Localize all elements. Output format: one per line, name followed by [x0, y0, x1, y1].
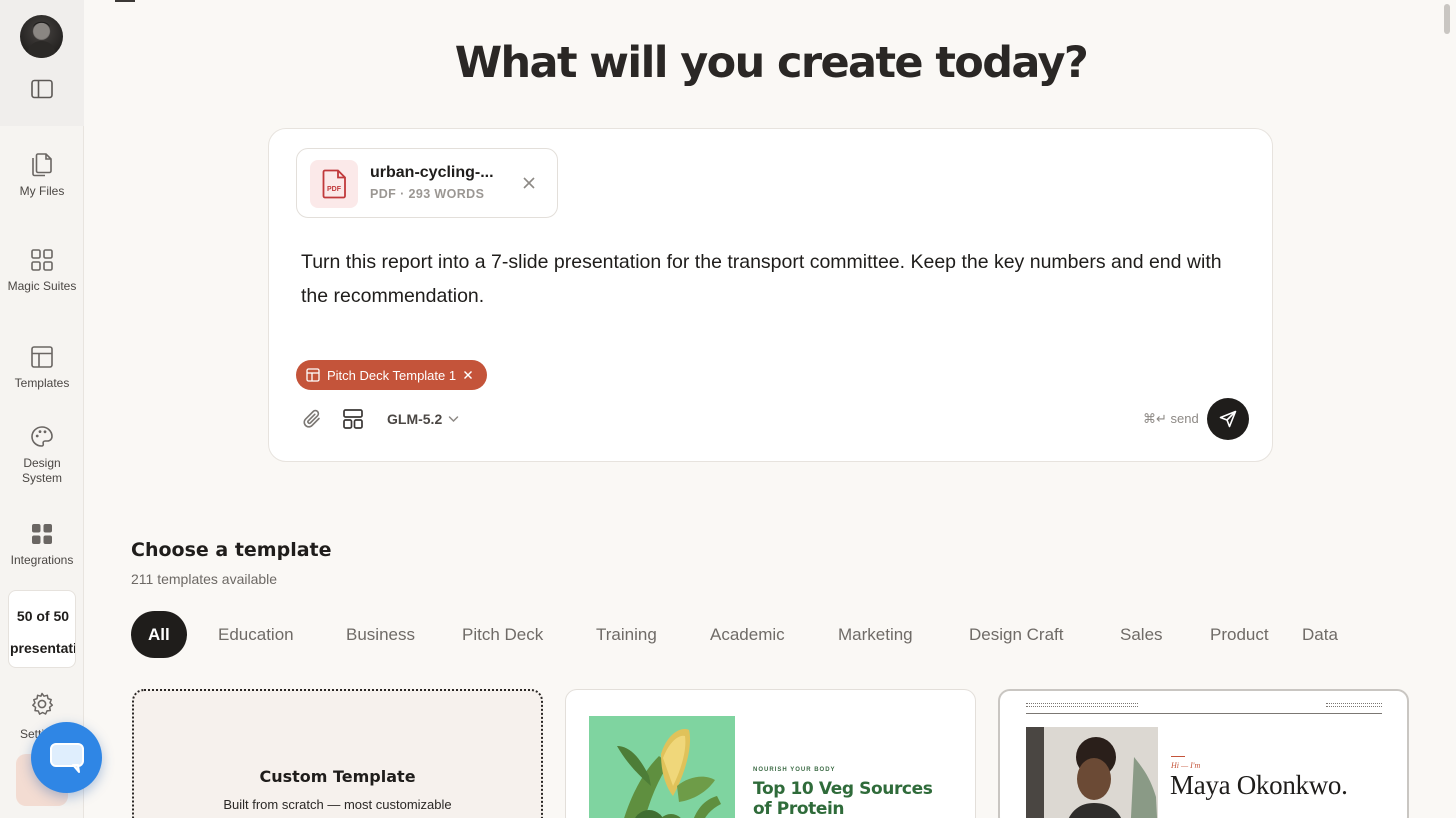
- sidebar-item-magic-suites[interactable]: Magic Suites: [0, 248, 84, 294]
- filter-tab-business[interactable]: Business: [346, 611, 415, 658]
- sidebar-item-label: Design System: [21, 456, 62, 485]
- sidebar-item-label: Integrations: [10, 553, 74, 567]
- sidebar-item-design-system[interactable]: Design System: [0, 425, 84, 486]
- attachment-meta: PDF · 293 WORDS: [370, 187, 485, 201]
- templates-section-title: Choose a template: [131, 539, 332, 561]
- template-card-title: Top 10 Veg Sources of Protein: [753, 779, 933, 818]
- chevron-down-icon: [448, 416, 459, 423]
- selected-template-chip[interactable]: Pitch Deck Template 1: [296, 360, 488, 390]
- usage-unit: presentatio: [10, 640, 75, 656]
- sidebar-item-label: Magic Suites: [7, 279, 77, 293]
- template-chip-label: Pitch Deck Template 1: [327, 367, 457, 383]
- template-accent-line: [1171, 756, 1185, 757]
- remove-attachment-icon[interactable]: [521, 175, 537, 191]
- template-card-kicker: NOURISH YOUR BODY: [753, 767, 836, 773]
- template-divider: [1026, 713, 1382, 714]
- filter-tab-training[interactable]: Training: [596, 611, 657, 658]
- prompt-input[interactable]: Turn this report into a 7-slide presenta…: [301, 245, 1231, 313]
- sidebar-item-label: My Files: [19, 184, 65, 198]
- portrait-image: [1026, 727, 1158, 818]
- menu-icon[interactable]: [115, 0, 135, 2]
- apps-icon: [32, 524, 52, 544]
- prompt-composer: PDF urban-cycling-... PDF · 293 WORDS Tu…: [268, 128, 1273, 462]
- attachment-name: urban-cycling-...: [370, 164, 494, 181]
- palette-icon: [31, 426, 53, 447]
- sidebar-item-templates[interactable]: Templates: [0, 345, 84, 391]
- paperclip-icon: [303, 409, 320, 428]
- model-selector[interactable]: GLM-5.2: [387, 408, 459, 430]
- filter-tab-education[interactable]: Education: [218, 611, 294, 658]
- send-icon: [1219, 410, 1237, 428]
- send-button[interactable]: [1207, 398, 1249, 440]
- sidebar-item-label: Templates: [14, 376, 70, 390]
- templates-count: 211 templates available: [131, 571, 278, 587]
- filter-tab-all[interactable]: All: [131, 611, 187, 658]
- template-card-custom[interactable]: Custom Template Built from scratch — mos…: [132, 689, 543, 818]
- grid-icon: [31, 249, 53, 271]
- sidebar-item-settings[interactable]: [0, 691, 84, 717]
- chat-support-button[interactable]: [31, 722, 102, 793]
- template-header-strip: [1026, 703, 1138, 707]
- send-shortcut-hint: ⌘↵ send: [1143, 411, 1199, 426]
- template-card-veg-protein[interactable]: NOURISH YOUR BODY Top 10 Veg Sources of …: [565, 689, 976, 818]
- gear-icon: [32, 692, 54, 715]
- attachment-card[interactable]: PDF urban-cycling-... PDF · 293 WORDS: [296, 148, 558, 218]
- sidebar-toggle-icon[interactable]: [31, 79, 53, 99]
- template-card-greeting: Hi — I'm: [1171, 761, 1201, 770]
- pdf-file-icon: PDF: [310, 160, 358, 208]
- filter-tab-academic[interactable]: Academic: [710, 611, 785, 658]
- sidebar-item-my-files[interactable]: My Files: [0, 151, 84, 199]
- remove-template-icon[interactable]: [463, 370, 473, 380]
- template-card-title: Custom Template: [259, 767, 416, 786]
- template-card-subtitle: Built from scratch — most customizable: [223, 797, 452, 812]
- template-card-title: Maya Okonkwo.: [1170, 770, 1348, 800]
- page-title: What will you create today?: [454, 38, 1089, 88]
- filter-tab-product[interactable]: Product: [1210, 611, 1269, 658]
- filter-tab-marketing[interactable]: Marketing: [838, 611, 913, 658]
- layout-icon: [31, 346, 53, 368]
- usage-counter[interactable]: 50 of 50 presentatio: [8, 590, 76, 668]
- choose-template-button[interactable]: [343, 408, 363, 434]
- model-label: GLM-5.2: [387, 411, 443, 427]
- sidebar: My Files Magic Suites Templates Design S…: [0, 0, 84, 818]
- filter-tab-pitch-deck[interactable]: Pitch Deck: [462, 611, 543, 658]
- chat-icon: [49, 742, 84, 773]
- filter-tab-design-craft[interactable]: Design Craft: [969, 611, 1063, 658]
- filter-tab-sales[interactable]: Sales: [1120, 611, 1163, 658]
- attach-file-button[interactable]: [301, 408, 323, 434]
- page-scrollbar[interactable]: [1444, 4, 1450, 34]
- usage-count: 50 of 50: [16, 608, 70, 624]
- vegetables-image: [589, 716, 735, 818]
- sidebar-item-integrations[interactable]: Integrations: [0, 522, 84, 568]
- pdf-badge-text: PDF: [327, 186, 342, 193]
- files-icon: [32, 153, 52, 177]
- layout-picker-icon: [343, 409, 363, 429]
- template-icon: [306, 368, 320, 382]
- template-header-strip: [1326, 703, 1382, 707]
- template-card-maya-okonkwo[interactable]: Hi — I'm Maya Okonkwo.: [998, 689, 1409, 818]
- filter-tab-data[interactable]: Data: [1302, 611, 1338, 658]
- avatar[interactable]: [20, 15, 63, 58]
